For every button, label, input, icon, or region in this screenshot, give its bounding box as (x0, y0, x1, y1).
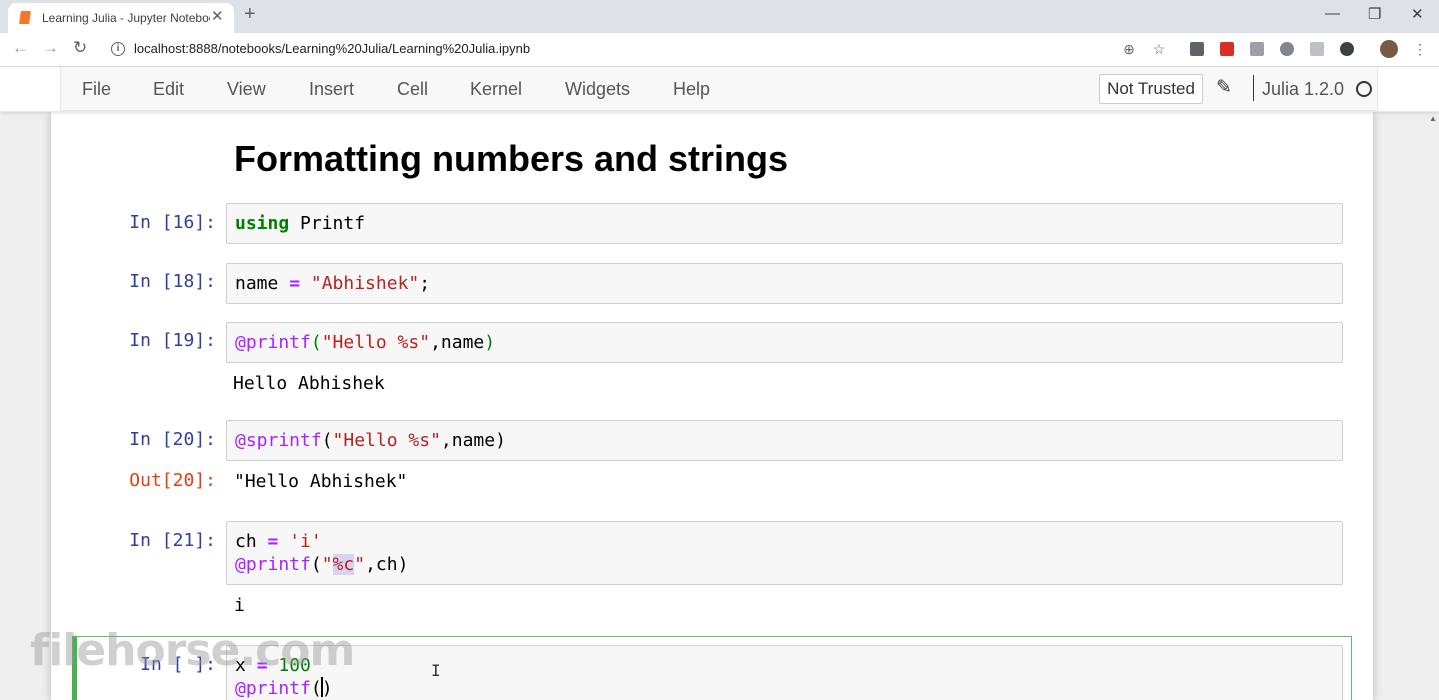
code-cell-input[interactable]: using Printf (226, 203, 1343, 244)
browser-menu-icon[interactable]: ⋮ (1412, 41, 1428, 57)
cell-output: Hello Abhishek (233, 373, 385, 394)
extension-chart-icon[interactable] (1220, 42, 1234, 56)
kernel-idle-indicator-icon (1356, 81, 1372, 97)
code-cell-input[interactable]: name = "Abhishek"; (226, 263, 1343, 304)
text-cursor (320, 677, 323, 697)
cell-prompt: In [16]: (129, 212, 216, 233)
notebook-container (51, 112, 1373, 700)
code-cell-input[interactable]: @sprintf("Hello %s",name) (226, 420, 1343, 461)
forward-icon[interactable]: → (42, 38, 59, 58)
minimize-icon[interactable]: — (1325, 5, 1340, 22)
cell-prompt: In [19]: (129, 330, 216, 351)
profile-avatar[interactable] (1380, 40, 1398, 58)
code-cell-input[interactable]: @printf("Hello %s",name) (226, 322, 1343, 363)
menu-view[interactable]: View (227, 79, 266, 100)
not-trusted-button[interactable]: Not Trusted (1099, 74, 1203, 104)
menu-widgets[interactable]: Widgets (565, 79, 630, 100)
menu-help[interactable]: Help (673, 79, 710, 100)
window-close-icon[interactable]: ✕ (1411, 5, 1424, 23)
kernel-divider (1253, 75, 1254, 101)
tab-close-icon[interactable]: ✕ (211, 7, 224, 25)
menu-edit[interactable]: Edit (153, 79, 184, 100)
code-line: ch = 'i' @printf("%c",ch) (235, 531, 409, 575)
extension-box-icon[interactable] (1250, 42, 1264, 56)
code-line: @sprintf("Hello %s",name) (235, 430, 506, 451)
code-cell-input[interactable]: ch = 'i' @printf("%c",ch) (226, 521, 1343, 585)
browser-tab[interactable]: Learning Julia - Jupyter Notebook ✕ (8, 3, 234, 33)
browser-tabstrip: Learning Julia - Jupyter Notebook ✕ + — … (0, 0, 1439, 33)
cell-prompt: In [21]: (129, 530, 216, 551)
cell-out-prompt: Out[20]: (129, 470, 216, 491)
tab-title: Learning Julia - Jupyter Notebook (42, 11, 210, 25)
code-cell-input-active[interactable]: x = 100 @printf() (226, 645, 1343, 700)
menu-insert[interactable]: Insert (309, 79, 354, 100)
extension-tool-icon[interactable] (1280, 42, 1294, 56)
bookmark-star-icon[interactable]: ☆ (1151, 41, 1167, 57)
browser-toolbar: ← → ↻ i localhost:8888/notebooks/Learnin… (0, 33, 1439, 67)
site-info-icon[interactable]: i (111, 42, 125, 56)
jupyter-favicon-icon (19, 11, 31, 24)
code-line: using Printf (235, 213, 366, 234)
maximize-icon[interactable]: ❐ (1368, 5, 1381, 23)
extension-square-icon[interactable] (1310, 42, 1324, 56)
scrollbar-up-arrow-icon[interactable]: ▲ (1427, 112, 1439, 126)
address-bar[interactable]: localhost:8888/notebooks/Learning%20Juli… (134, 41, 530, 56)
code-line: name = "Abhishek"; (235, 273, 431, 294)
cell-prompt: In [20]: (129, 429, 216, 450)
menu-file[interactable]: File (82, 79, 111, 100)
cell-output: i (234, 595, 245, 616)
extension-shield-icon[interactable] (1190, 42, 1204, 56)
menu-kernel[interactable]: Kernel (470, 79, 522, 100)
extension-k-icon[interactable] (1340, 42, 1354, 56)
markdown-heading[interactable]: Formatting numbers and strings (234, 138, 788, 180)
cell-prompt: In [18]: (129, 271, 216, 292)
new-tab-button[interactable]: + (244, 3, 256, 26)
mouse-ibeam-cursor-icon: I (431, 661, 441, 680)
cell-output: "Hello Abhishek" (234, 471, 408, 492)
back-icon[interactable]: ← (12, 38, 29, 58)
zoom-icon[interactable]: ⊕ (1121, 41, 1137, 57)
code-line: @printf("Hello %s",name) (235, 332, 496, 353)
reload-icon[interactable]: ↻ (73, 38, 87, 58)
kernel-name[interactable]: Julia 1.2.0 (1262, 79, 1344, 100)
edit-mode-pencil-icon: ✎ (1216, 77, 1232, 98)
jupyter-menubar: File Edit View Insert Cell Kernel Widget… (0, 67, 1439, 112)
filehorse-watermark: filehorse.com (30, 625, 355, 676)
menu-cell[interactable]: Cell (397, 79, 428, 100)
